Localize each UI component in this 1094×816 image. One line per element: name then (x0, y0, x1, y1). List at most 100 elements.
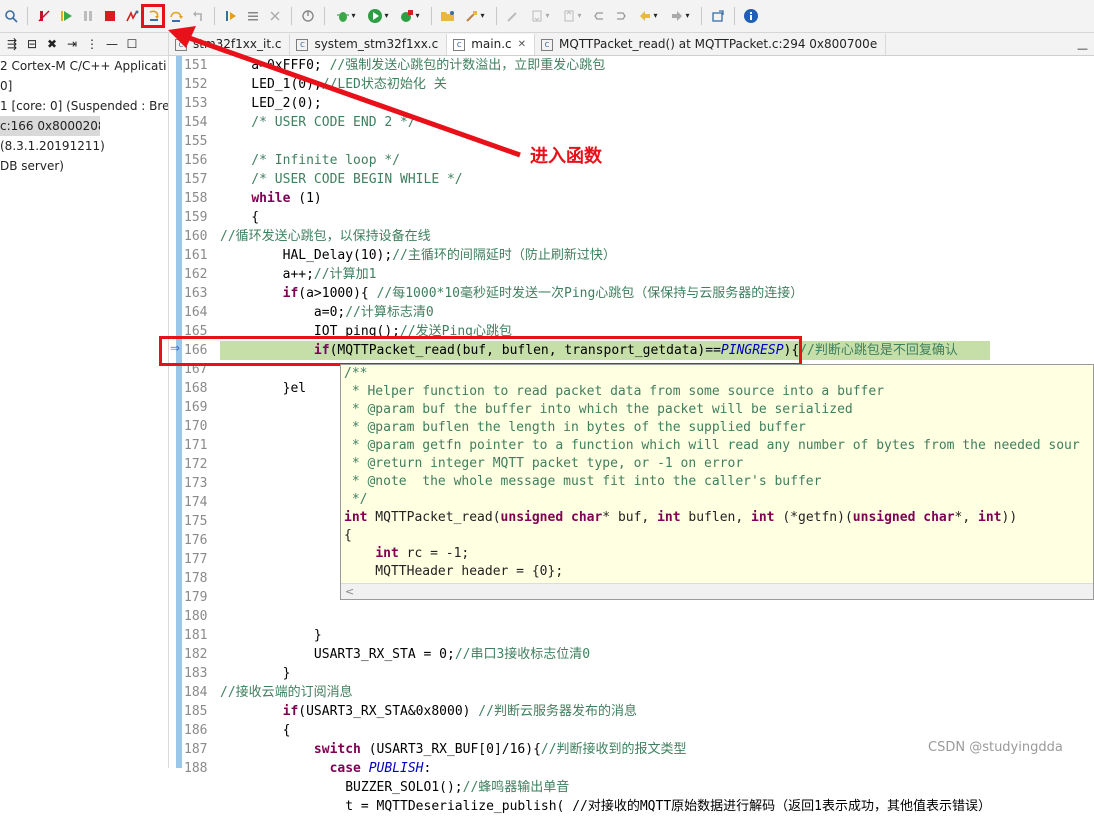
tree-item-launch[interactable]: 2 Cortex-M C/C++ Applicati (0, 56, 168, 76)
minimize-icon[interactable]: — (102, 35, 122, 53)
prev-annotation-icon[interactable]: ▾ (557, 6, 587, 26)
line-number: 169 (184, 400, 208, 415)
code-comment: //LED状态初始化 关 (321, 77, 447, 92)
line-number: 178 (184, 571, 208, 586)
horizontal-scrollbar[interactable]: < (341, 583, 1093, 599)
doc-line: MQTTHeader header = {0}; (344, 564, 564, 579)
doc-line: { (344, 528, 352, 543)
line-number: 179 (184, 590, 208, 605)
line-number: 173 (184, 476, 208, 491)
hover-doc-popup[interactable]: /** * Helper function to read packet dat… (340, 364, 1094, 600)
instruction-step-icon[interactable]: ⇥ (62, 35, 82, 53)
line-number: 155 (184, 134, 208, 149)
line-number: 156 (184, 153, 208, 168)
line-number: 162 (184, 267, 208, 282)
doc-line: * @param buflen the length in bytes of t… (344, 420, 806, 435)
code-keyword: case (329, 761, 361, 776)
doc-line: * @return integer MQTT packet type, or -… (344, 456, 744, 471)
code-text: BUZZER_SOLO1(); (220, 780, 463, 795)
c-file-icon: c (453, 38, 466, 51)
tree-item-frame-selected[interactable]: c:166 0x8000208 (0, 116, 100, 136)
annotation-label: 进入函数 (530, 146, 602, 167)
code-line: /* USER CODE BEGIN WHILE */ (220, 172, 463, 187)
line-number: 185 (184, 704, 208, 719)
c-file-icon: c (541, 38, 554, 51)
tab-label: main.c (471, 37, 512, 51)
forward-edit-icon[interactable] (611, 6, 631, 26)
debug-mode-icon[interactable]: ⇶ (2, 35, 22, 53)
code-text: LED_1(0); (220, 77, 322, 92)
code-line: /* Infinite loop */ (220, 153, 401, 168)
code-text: : (423, 761, 432, 776)
code-text: (a>1000){ (298, 286, 377, 301)
suspend-icon[interactable] (78, 6, 98, 26)
code-line: LED_2(0); (220, 96, 322, 111)
line-number: 177 (184, 552, 208, 567)
open-perspective-icon[interactable] (708, 6, 728, 26)
list-icon[interactable] (243, 6, 263, 26)
step-return-icon[interactable] (188, 6, 208, 26)
tree-item-process[interactable]: 0] (0, 76, 168, 96)
scroll-left-icon[interactable]: < (345, 585, 354, 598)
line-number: 184 (184, 685, 208, 700)
code-comment: //判断云服务器发布的消息 (478, 704, 637, 719)
disconnect-icon[interactable] (122, 6, 142, 26)
debug-view: ⇶ ⊟ ✖ ⇥ ⋮ — ☐ 2 Cortex-M C/C++ Applicati… (0, 33, 169, 768)
tab-label: stm32f1xx_it.c (193, 37, 282, 51)
run-icon[interactable]: ▾ (363, 6, 393, 26)
remove-terminated-icon[interactable]: ✖ (42, 35, 62, 53)
minimize-icon[interactable]: — (1077, 42, 1088, 55)
step-over-icon[interactable] (166, 6, 186, 26)
line-numbers: 151 152 153 154 155 156 157 158 159 160 161 162 163 1… (181, 56, 221, 778)
line-number: 186 (184, 723, 208, 738)
code-text: a=0; (220, 305, 346, 320)
tab-system-stm32f1xx[interactable]: c system_stm32f1xx.c (290, 34, 448, 55)
tree-item-gdb[interactable]: (8.3.1.20191211) (0, 136, 168, 156)
step-into-highlight (141, 4, 165, 28)
resume-icon[interactable] (56, 6, 76, 26)
code-text: USART3_RX_STA = 0; (220, 647, 455, 662)
line-number: 176 (184, 533, 208, 548)
instruction-stepping-icon[interactable] (221, 6, 241, 26)
last-edit-icon[interactable] (589, 6, 609, 26)
external-tools-icon[interactable]: ▾ (395, 6, 425, 26)
next-annotation-icon[interactable]: ▾ (525, 6, 555, 26)
terminate-icon[interactable] (100, 6, 120, 26)
tab-label: system_stm32f1xx.c (314, 37, 439, 51)
tree-item-thread[interactable]: 1 [core: 0] (Suspended : Bre (0, 96, 168, 116)
collapse-all-icon[interactable]: ⊟ (22, 35, 42, 53)
tab-mqttpacket-read[interactable]: c MQTTPacket_read() at MQTTPacket.c:294 0… (535, 34, 887, 55)
tree-item-gdb-server[interactable]: DB server) (0, 156, 168, 176)
reset-icon[interactable] (265, 6, 285, 26)
line-number: 168 (184, 381, 208, 396)
code-line: /* USER CODE END 2 */ (220, 115, 416, 130)
doc-line: * @param buf the buffer into which the p… (344, 402, 853, 417)
forward-arrow-icon[interactable]: ▾ (665, 6, 695, 26)
close-icon[interactable]: ✕ (518, 34, 526, 55)
code-comment: //判断接收到的报文类型 (540, 742, 687, 757)
debug-bug-icon[interactable]: ▾ (331, 6, 361, 26)
view-menu-icon[interactable]: ⋮ (82, 35, 102, 53)
back-arrow-icon[interactable]: ▾ (633, 6, 663, 26)
open-folder-icon[interactable] (438, 6, 458, 26)
magnifier-icon[interactable] (1, 6, 21, 26)
function-signature: int MQTTPacket_read(unsigned char* buf, … (344, 510, 1018, 525)
skip-breakpoints-icon[interactable] (34, 6, 54, 26)
line-number: 181 (184, 628, 208, 643)
tab-stm32f1xx-it[interactable]: c stm32f1xx_it.c (169, 34, 291, 55)
line-number: 157 (184, 172, 208, 187)
profile-icon[interactable] (298, 6, 318, 26)
code-keyword: if (282, 286, 299, 301)
line-number: 151 (184, 58, 208, 73)
c-file-icon: c (296, 38, 309, 51)
pen-icon[interactable] (503, 6, 523, 26)
maximize-icon[interactable]: ☐ (122, 35, 142, 53)
tab-main-c[interactable]: c main.c ✕ (447, 34, 536, 55)
build-icon[interactable]: ▾ (460, 6, 490, 26)
line-number: 170 (184, 419, 208, 434)
code-keyword: while (251, 191, 291, 206)
info-icon[interactable] (741, 6, 761, 26)
line-number: 161 (184, 248, 208, 263)
line-number: 188 (184, 761, 208, 776)
line-number: 175 (184, 514, 208, 529)
